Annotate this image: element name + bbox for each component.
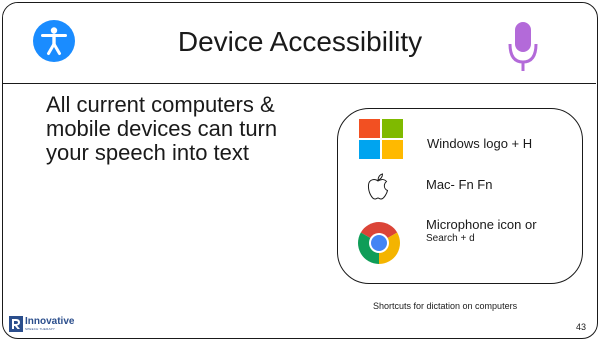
chrome-shortcut-label: Microphone icon or <box>426 217 537 232</box>
company-logo: Innovative SPEECH THERAPY <box>9 316 77 332</box>
slide-title: Device Accessibility <box>177 26 423 57</box>
logo-mark-icon <box>9 316 23 332</box>
panel-caption: Shortcuts for dictation on computers <box>373 301 518 311</box>
windows-logo-icon <box>359 119 403 159</box>
logo-subtext: SPEECH THERAPY <box>25 327 56 331</box>
chrome-shortcut-sublabel: Search + d <box>426 233 475 244</box>
slide-number: 43 <box>576 322 587 332</box>
logo-text: Innovative <box>25 316 75 327</box>
windows-shortcut-label: Windows logo + H <box>427 136 533 151</box>
accessibility-icon <box>33 20 75 62</box>
microphone-icon <box>508 22 538 71</box>
apple-logo-icon <box>367 173 389 200</box>
body-text: All current computers & mobile devices c… <box>46 92 278 165</box>
mac-shortcut-label: Mac- Fn Fn <box>426 177 493 192</box>
chrome-logo-icon <box>358 222 400 264</box>
